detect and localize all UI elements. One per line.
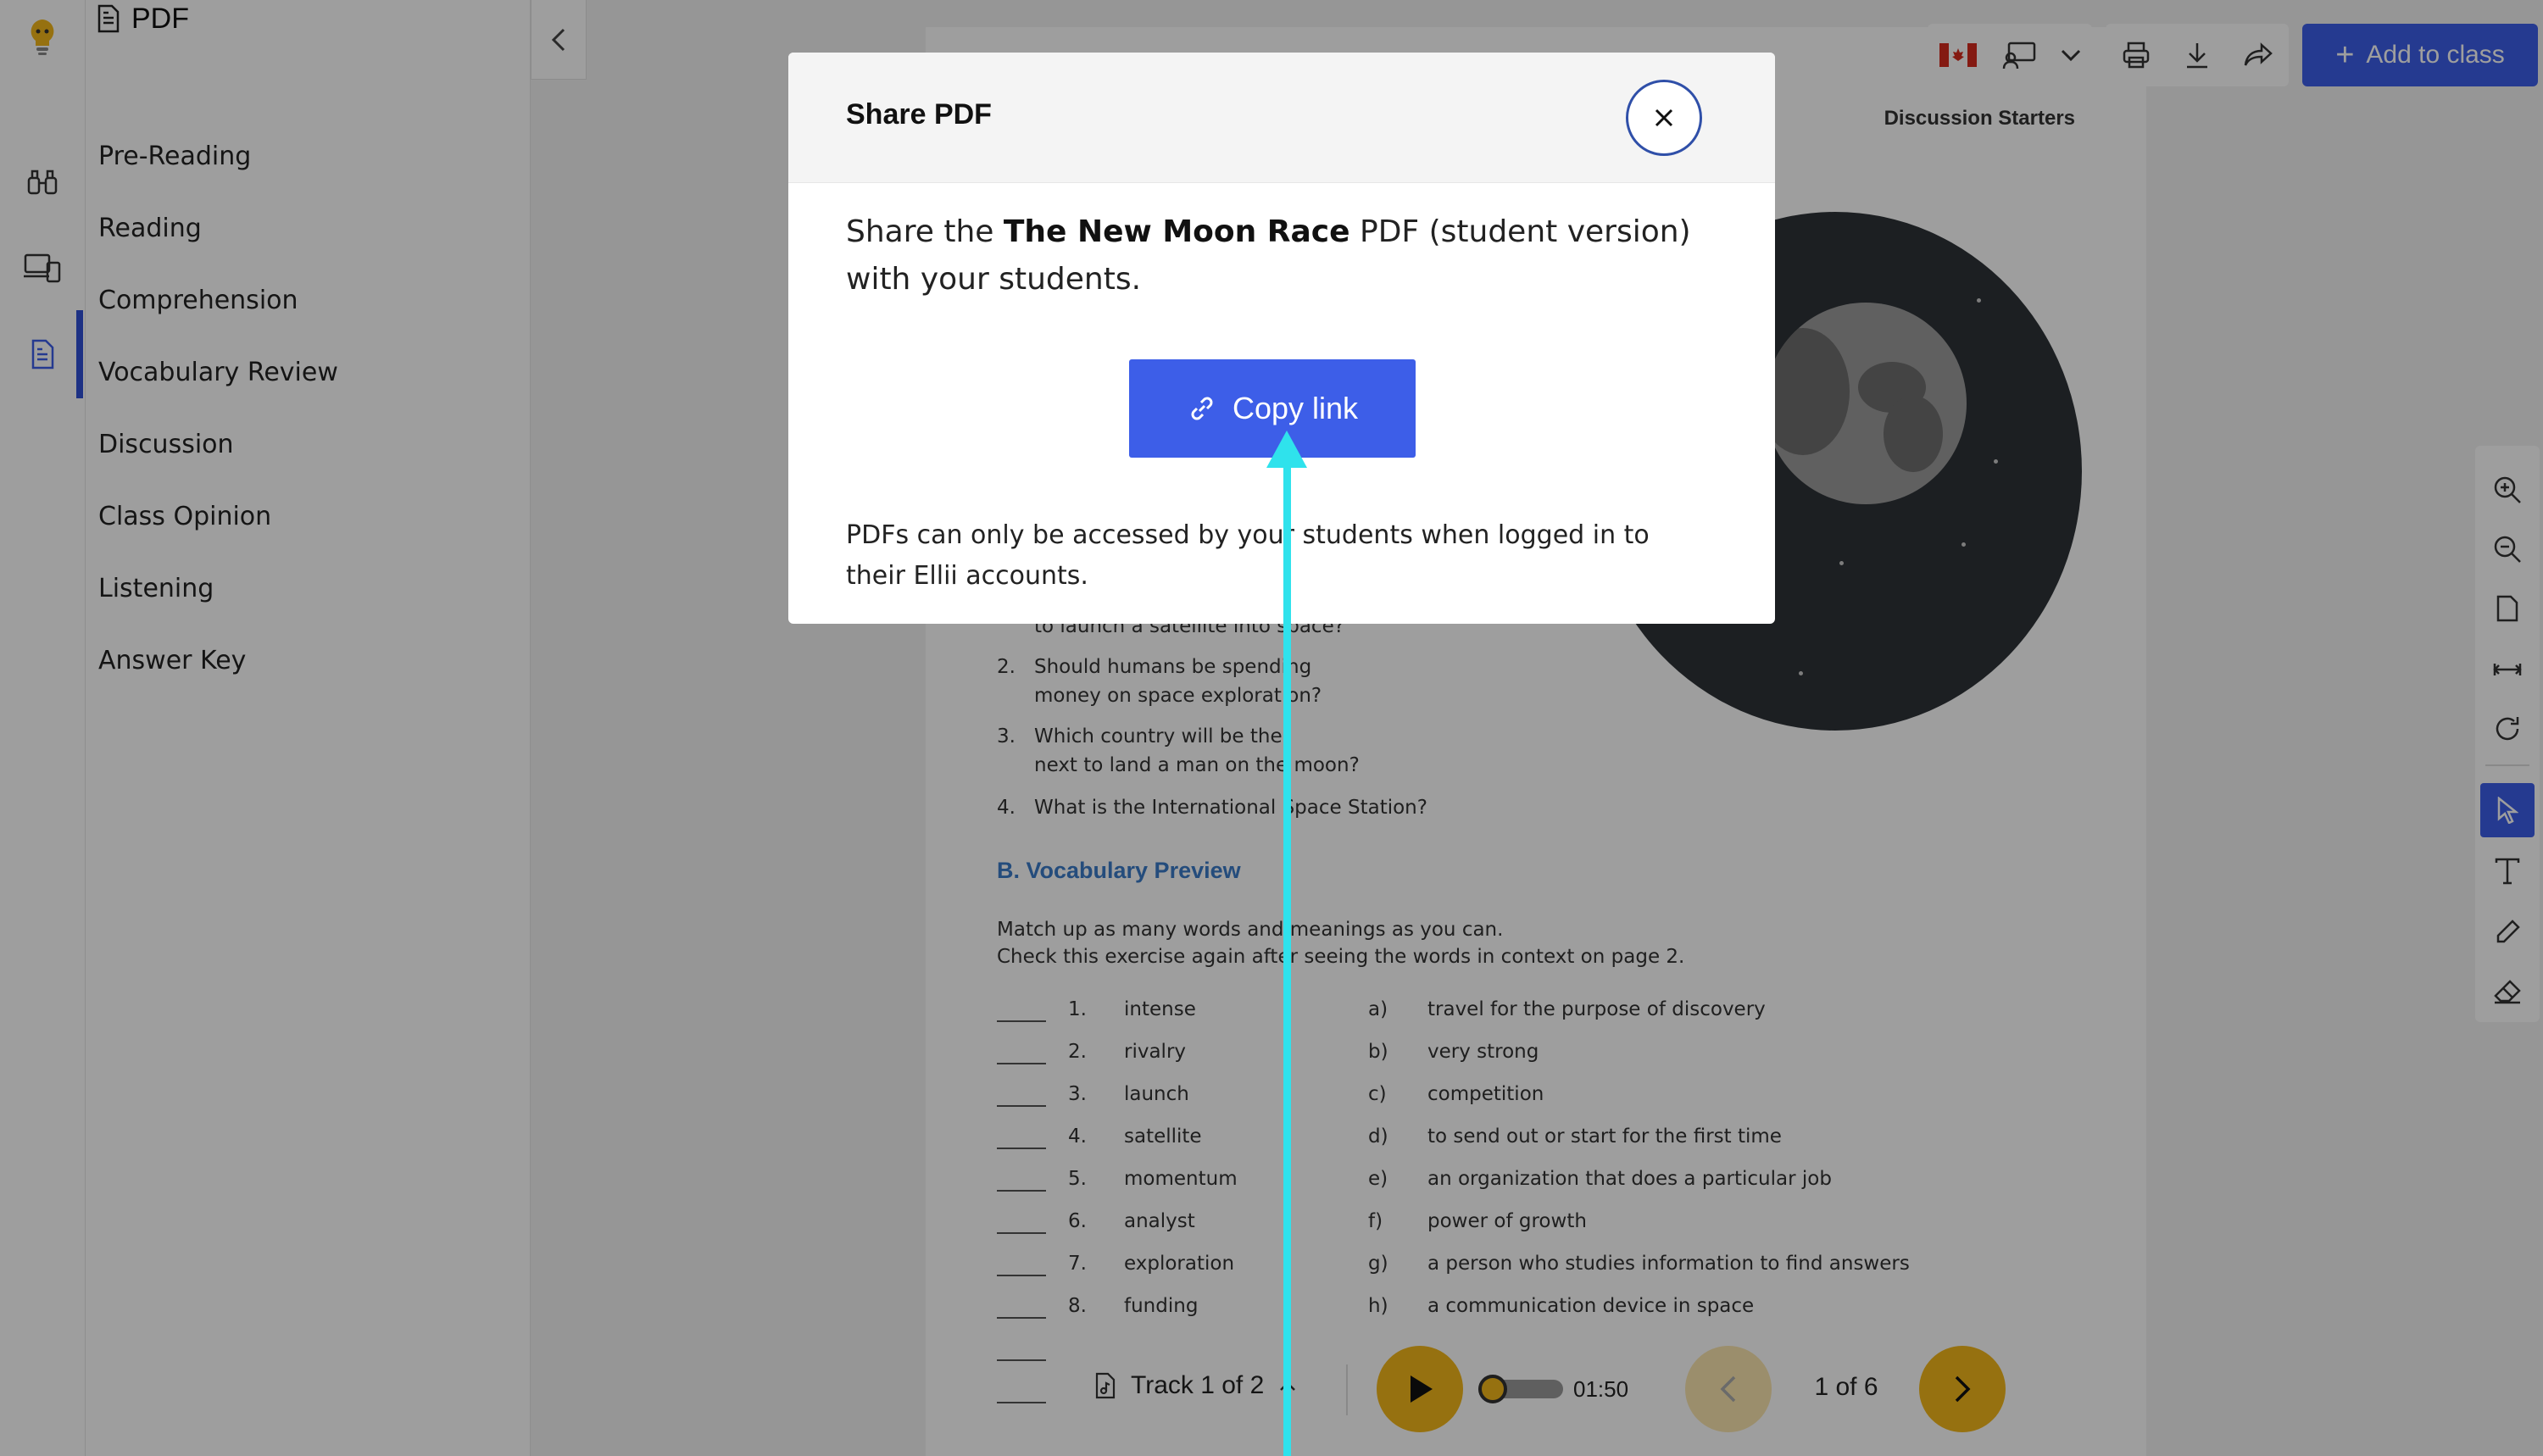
dialog-message: Share the The New Moon Race PDF (student… <box>846 214 1691 297</box>
share-pdf-dialog: Share PDF Share the The New Moon Race PD… <box>788 53 1775 624</box>
close-dialog-button[interactable] <box>1626 80 1702 156</box>
close-icon <box>1655 108 1673 127</box>
copy-link-label: Copy link <box>1232 391 1359 425</box>
dialog-note: PDFs can only be accessed by your studen… <box>846 520 1650 591</box>
dialog-title: Share PDF <box>846 98 992 131</box>
resource-title: The New Moon Race <box>1003 214 1350 249</box>
link-icon <box>1191 397 1213 420</box>
annotation-arrow-shaft <box>1283 463 1291 1456</box>
annotation-arrow-head <box>1266 431 1307 468</box>
dialog-header: Share PDF <box>788 53 1775 183</box>
